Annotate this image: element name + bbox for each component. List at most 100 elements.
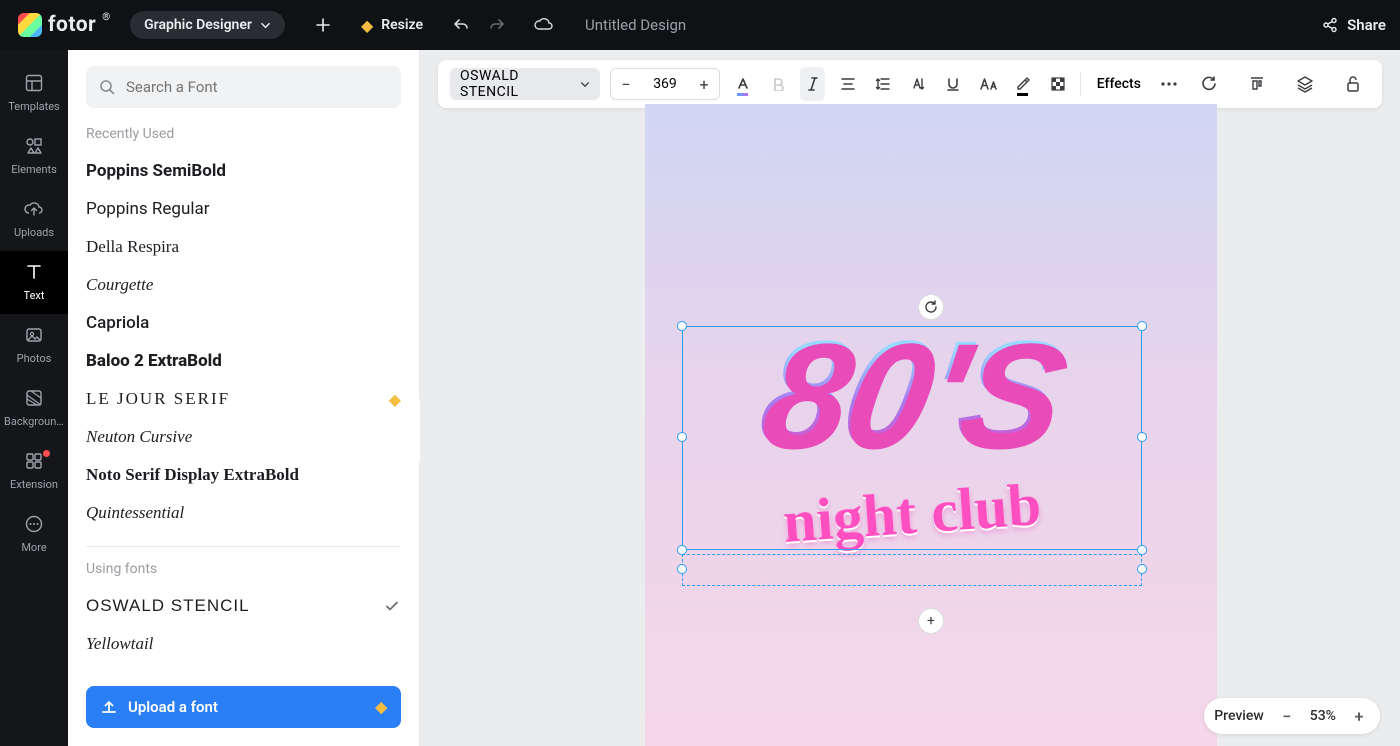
resize-handle[interactable] xyxy=(677,432,687,442)
resize-handle[interactable] xyxy=(1137,432,1147,442)
nav-more[interactable]: More xyxy=(0,503,68,566)
add-element-button[interactable]: + xyxy=(918,608,944,634)
underline-button[interactable] xyxy=(940,67,965,101)
highlight-color-button[interactable] xyxy=(1010,67,1035,101)
nav-elements-label: Elements xyxy=(11,163,57,176)
font-row[interactable]: Neuton Cursive xyxy=(86,418,401,456)
share-label: Share xyxy=(1347,16,1386,34)
extension-icon xyxy=(23,450,45,472)
recently-used-label: Recently Used xyxy=(86,126,401,142)
font-search-input[interactable] xyxy=(126,78,389,96)
resize-handle[interactable] xyxy=(1137,321,1147,331)
align-button[interactable] xyxy=(835,67,860,101)
zoom-out-button[interactable]: − xyxy=(1276,707,1298,726)
effects-button[interactable]: Effects xyxy=(1091,76,1147,92)
font-row[interactable]: Capriola xyxy=(86,304,401,342)
font-row[interactable]: Courgette xyxy=(86,266,401,304)
nav-text-label: Text xyxy=(24,289,45,302)
resize-handle[interactable] xyxy=(677,321,687,331)
redo-button[interactable] xyxy=(479,7,515,43)
font-row[interactable]: Noto Serif Display ExtraBold xyxy=(86,456,401,494)
vertical-text-icon xyxy=(910,76,926,92)
font-row[interactable]: OSWALD STENCIL xyxy=(86,587,401,625)
mode-dropdown[interactable]: Graphic Designer xyxy=(130,11,285,39)
bold-icon xyxy=(771,77,785,91)
share-icon xyxy=(1321,16,1339,34)
artboard[interactable]: 80'S night club + xyxy=(645,104,1217,746)
font-row[interactable]: Poppins Regular xyxy=(86,190,401,228)
resize-handle[interactable] xyxy=(677,564,687,574)
reset-rotation-button[interactable] xyxy=(1192,67,1226,101)
more-options-button[interactable] xyxy=(1157,67,1182,101)
nav-extension[interactable]: Extension xyxy=(0,440,68,503)
premium-diamond-icon: ◆ xyxy=(361,16,373,35)
italic-button[interactable] xyxy=(800,67,825,101)
transparency-icon xyxy=(1050,76,1066,92)
font-row[interactable]: Della Respira xyxy=(86,228,401,266)
font-row[interactable]: Yellowtail xyxy=(86,625,401,663)
resize-handle[interactable] xyxy=(1137,564,1147,574)
zoom-bar: Preview − 53% + xyxy=(1204,698,1380,734)
nav-text[interactable]: Text xyxy=(0,251,68,314)
italic-icon xyxy=(807,77,819,91)
font-row[interactable]: Poppins SemiBold xyxy=(86,152,401,190)
underline-icon xyxy=(946,77,960,91)
left-nav: Templates Elements Uploads Text Photos B… xyxy=(0,50,68,746)
font-size-decrease[interactable]: − xyxy=(611,68,641,100)
background-icon xyxy=(23,387,45,409)
rotate-cw-icon xyxy=(1200,75,1218,93)
font-row[interactable]: Quintessential xyxy=(86,494,401,532)
font-row[interactable]: LE JOUR SERIF ◆ xyxy=(86,380,401,418)
font-side-panel: Recently Used Poppins SemiBold Poppins R… xyxy=(68,50,420,746)
nav-templates[interactable]: Templates xyxy=(0,62,68,125)
share-button[interactable]: Share xyxy=(1321,16,1386,34)
canvas-stage[interactable]: OSWALD STENCIL − + xyxy=(420,50,1400,746)
brand-mark-icon xyxy=(18,13,42,37)
align-objects-icon xyxy=(1248,75,1266,93)
font-family-dropdown[interactable]: OSWALD STENCIL xyxy=(450,68,600,100)
nav-background-label: Background... xyxy=(4,415,64,428)
upload-font-button[interactable]: Upload a font ◆ xyxy=(86,686,401,728)
resize-button[interactable]: ◆ Resize xyxy=(361,16,423,35)
brand-logo[interactable]: fotor ® xyxy=(18,13,110,37)
notification-dot-icon xyxy=(43,450,50,457)
resize-label: Resize xyxy=(381,17,423,33)
bold-button[interactable] xyxy=(765,67,790,101)
cloud-sync-button[interactable] xyxy=(525,7,561,43)
font-list[interactable]: Recently Used Poppins SemiBold Poppins R… xyxy=(68,122,419,674)
position-button[interactable] xyxy=(1240,67,1274,101)
document-title[interactable]: Untitled Design xyxy=(585,16,686,34)
vertical-text-button[interactable] xyxy=(905,67,930,101)
nav-photos[interactable]: Photos xyxy=(0,314,68,377)
nav-elements[interactable]: Elements xyxy=(0,125,68,188)
line-height-button[interactable] xyxy=(870,67,895,101)
cloud-icon xyxy=(533,15,553,35)
lock-button[interactable] xyxy=(1336,67,1370,101)
transparency-button[interactable] xyxy=(1045,67,1070,101)
letter-case-button[interactable] xyxy=(975,67,1000,101)
selection-box[interactable] xyxy=(682,326,1142,550)
plus-icon xyxy=(315,17,331,33)
layers-button[interactable] xyxy=(1288,67,1322,101)
using-fonts-label: Using fonts xyxy=(86,561,401,577)
new-design-button[interactable] xyxy=(305,7,341,43)
preview-button[interactable]: Preview xyxy=(1214,708,1264,724)
font-color-button[interactable] xyxy=(730,67,755,101)
templates-icon xyxy=(23,72,45,94)
undo-button[interactable] xyxy=(443,7,479,43)
nav-background[interactable]: Background... xyxy=(0,377,68,440)
upload-icon xyxy=(100,698,118,716)
brand-word: fotor xyxy=(48,13,96,37)
zoom-in-button[interactable]: + xyxy=(1348,707,1370,726)
rotate-handle[interactable] xyxy=(918,294,944,320)
zoom-value[interactable]: 53% xyxy=(1310,708,1336,724)
font-row[interactable]: Baloo 2 ExtraBold xyxy=(86,342,401,380)
nav-uploads[interactable]: Uploads xyxy=(0,188,68,251)
font-search[interactable] xyxy=(86,66,401,108)
photos-icon xyxy=(23,324,45,346)
search-icon xyxy=(98,78,116,96)
upload-font-label: Upload a font xyxy=(128,698,218,716)
secondary-selection-box[interactable] xyxy=(682,554,1142,586)
font-size-increase[interactable]: + xyxy=(689,68,719,100)
font-size-input[interactable] xyxy=(641,76,689,92)
